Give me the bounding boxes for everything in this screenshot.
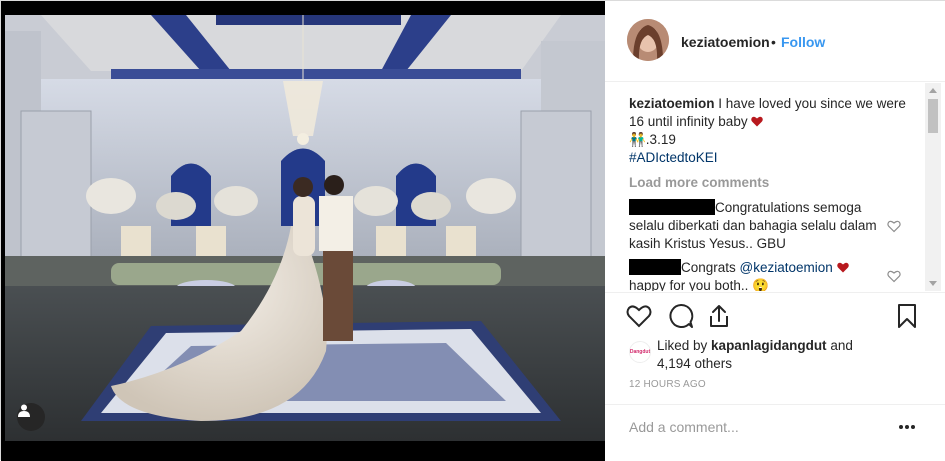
load-more-comments-button[interactable]: Load more comments [629,175,769,190]
comment-bubble-icon[interactable] [667,302,695,330]
likes-others[interactable]: 4,194 others [657,356,732,371]
add-comment-bar [605,404,945,450]
separator-dot: • [771,34,776,50]
action-bar [605,292,945,338]
caption-date: 👬.3.19 [629,132,676,147]
comment-mention[interactable]: @keziatoemion [740,260,833,275]
comment: Congratulations semoga selalu diberkati … [629,199,889,253]
likes-prefix: Liked by [657,338,712,353]
redacted-username [629,259,681,275]
liker-username[interactable]: kapanlagidangdut [711,338,827,353]
scroll-up-arrow-icon[interactable] [929,88,937,93]
post-image[interactable] [1,1,605,461]
post-header: keziatoemion • Follow [605,1,945,82]
comment-text: Congrats [681,260,740,275]
header-username[interactable]: keziatoemion [681,34,770,50]
heart-emoji-icon [836,262,849,273]
caption: keziatoemion I have loved you since we w… [629,95,909,167]
user-tag-button[interactable] [17,403,45,431]
avatar-image [627,19,669,61]
add-comment-input[interactable] [629,419,889,435]
follow-button[interactable]: Follow [781,34,825,50]
person-icon [18,404,30,417]
avatar[interactable] [627,19,669,61]
liker-avatar[interactable]: Dangdut [629,341,651,363]
redacted-username [629,199,715,215]
caption-username[interactable]: keziatoemion [629,96,715,111]
like-comment-heart-icon[interactable] [887,269,901,283]
scroll-down-arrow-icon[interactable] [929,281,937,286]
likes-text: Liked by kapanlagidangdut and 4,194 othe… [657,337,917,373]
wedding-photo [1,1,605,461]
caption-hashtag[interactable]: #ADIctedtoKEI [629,150,718,165]
post-side-panel: keziatoemion • Follow keziatoemion I hav… [605,1,945,461]
scroll-thumb[interactable] [928,99,938,133]
instagram-post: keziatoemion • Follow keziatoemion I hav… [0,0,945,461]
like-heart-icon[interactable] [625,302,653,330]
share-icon[interactable] [705,302,733,330]
comments-scrollbar[interactable] [925,83,941,291]
more-options-icon[interactable] [897,419,917,435]
comment: Congrats @keziatoemion happy for you bot… [629,259,889,291]
save-bookmark-icon[interactable] [893,302,921,330]
post-timestamp[interactable]: 12 HOURS AGO [629,379,706,390]
likes-suffix: and [826,338,853,353]
comments-list[interactable]: keziatoemion I have loved you since we w… [605,83,945,291]
heart-emoji-icon [751,116,764,127]
like-comment-heart-icon[interactable] [887,219,901,233]
comment-text: happy for you both.. 😲 [629,278,769,291]
